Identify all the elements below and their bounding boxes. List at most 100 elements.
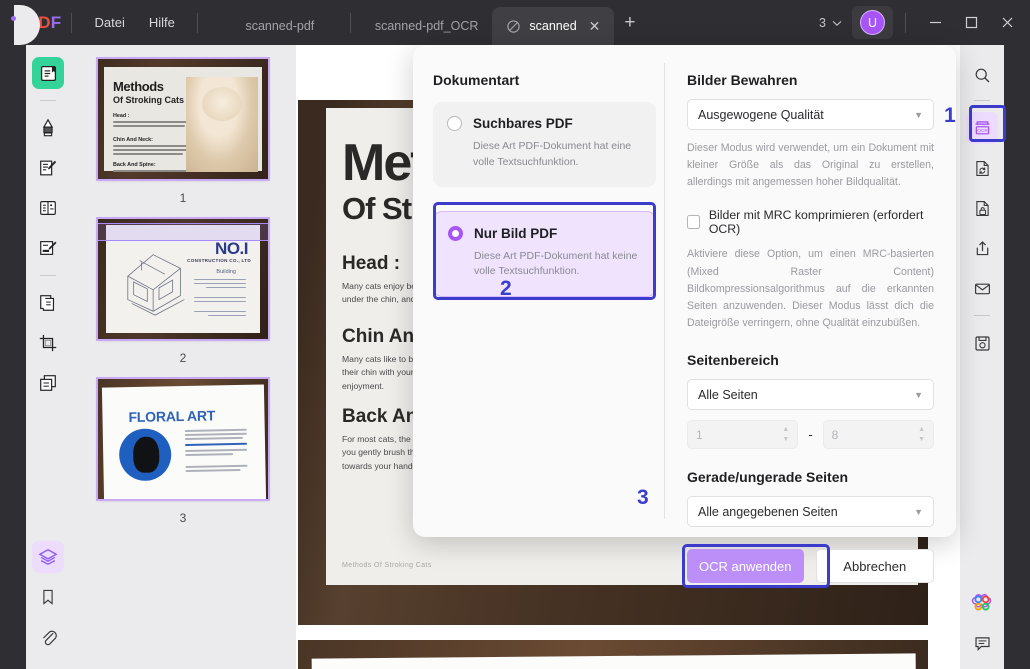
parity-value: Alle angegebenen Seiten [698,505,838,519]
share-icon[interactable] [966,232,998,264]
thumbnail-preview-1: Methods Of Stroking Cats Head : Chin And… [98,59,268,179]
thumb3-title: FLORAL ART [128,407,215,425]
divider [40,100,56,101]
updf-application-window: UPDF Datei Hilfe scanned-pdf scanned-pdf… [0,0,1030,669]
searchable-pdf-option[interactable]: Suchbares PDF Diese Art PDF-Dokument hat… [433,102,656,187]
page-thumbnail-panel[interactable]: Methods Of Stroking Cats Head : Chin And… [70,45,296,669]
chevron-down-icon [832,16,842,30]
page-section-heading: Head : [342,253,400,275]
tab-scanned-pdf[interactable]: scanned-pdf [220,7,340,45]
maximize-icon[interactable] [954,6,988,40]
page-to-input[interactable]: 8 ▲▼ [823,420,934,449]
ai-icon[interactable] [966,587,998,619]
apply-ocr-button[interactable]: OCR anwenden [687,549,804,583]
thumb1-heading: Chin And Neck: [113,137,153,143]
save-icon[interactable] [966,327,998,359]
dialog-buttons: OCR anwenden Abbrechen [687,549,934,583]
menu-hilfe[interactable]: Hilfe [137,10,187,35]
title-bar: UPDF Datei Hilfe scanned-pdf scanned-pdf… [0,0,1030,45]
convert-icon[interactable] [966,152,998,184]
sidebar-item-organize-pages[interactable] [32,287,64,319]
page-from-value: 1 [696,428,703,442]
sidebar-item-attachment[interactable] [32,621,64,653]
image-quality-value: Ausgewogene Qualität [698,108,824,122]
tab-close-icon[interactable]: ✕ [589,18,601,35]
sidebar-item-layers[interactable] [32,541,64,573]
ocr-button-highlight-ring [969,105,1006,142]
option-description: Diese Art PDF-Dokument hat keine volle T… [474,249,641,281]
sidebar-item-edit-pdf[interactable] [32,152,64,184]
thumbnail-page-number: 3 [180,511,187,525]
parity-select[interactable]: Alle angegebenen Seiten ▼ [687,496,934,527]
tab-bar: scanned-pdf scanned-pdf_OCR scanned ✕ + [220,0,636,45]
tab-label: scanned-pdf_OCR [375,19,479,33]
no-ocr-icon [506,19,521,34]
page-footer: Methods Of Stroking Cats [342,562,432,569]
comment-icon[interactable] [966,627,998,659]
sidebar-item-reader[interactable] [32,57,64,89]
document-page-2[interactable] [298,640,928,669]
page-from-input[interactable]: 1 ▲▼ [687,420,798,449]
annotation-step-1: 1 [944,104,956,128]
close-icon[interactable] [990,6,1024,40]
image-only-pdf-option[interactable]: Nur Bild PDF Diese Art PDF-Dokument hat … [433,211,656,298]
divider [197,13,198,33]
minimize-icon[interactable] [918,6,952,40]
tab-scanned-pdf-ocr[interactable]: scanned-pdf_OCR [361,7,493,45]
page-range-inputs: 1 ▲▼ - 8 ▲▼ [687,420,934,449]
image-quality-help: Dieser Modus wird verwendet, um ein Doku… [687,140,934,191]
image-quality-select[interactable]: Ausgewogene Qualität ▼ [687,99,934,130]
thumb2-subtitle: Building [216,269,236,275]
page-to-value: 8 [832,428,839,442]
thumbnail-item[interactable]: NO.I CONSTRUCTION CO., LTD Building [70,205,296,365]
tab-label: scanned-pdf [245,19,314,33]
thumbnail-page-number: 1 [180,191,187,205]
thumb1-heading: Head : [113,113,129,119]
divider [350,13,351,33]
protect-icon[interactable] [966,192,998,224]
tab-scanned[interactable]: scanned ✕ [492,7,614,45]
thumb1-title: Methods [113,79,164,94]
tab-count-label: 3 [819,16,826,30]
sidebar-item-highlighter[interactable] [32,112,64,144]
mrc-compress-checkbox[interactable] [687,215,700,229]
mrc-compress-label: Bilder mit MRC komprimieren (erfordert O… [709,208,934,236]
menu-datei[interactable]: Datei [82,10,136,35]
cancel-button[interactable]: Abbrechen [816,549,935,583]
preserve-images-heading: Bilder Bewahren [687,72,934,88]
range-separator: - [808,427,812,442]
chevron-down-icon: ▼ [914,507,923,517]
divider [40,275,56,276]
spinner-arrows-icon[interactable]: ▲▼ [918,426,925,443]
sidebar-item-form[interactable] [32,192,64,224]
new-tab-button[interactable]: + [624,12,635,34]
spinner-arrows-icon[interactable]: ▲▼ [782,426,789,443]
divider [71,13,72,33]
dialog-right-column: Bilder Bewahren Ausgewogene Qualität ▼ D… [665,45,956,537]
searchable-pdf-radio[interactable] [447,116,462,131]
sidebar-item-batch[interactable] [32,367,64,399]
annotation-step-2: 2 [500,277,512,301]
chevron-down-icon: ▼ [914,390,923,400]
sidebar-item-crop[interactable] [32,327,64,359]
tab-count-dropdown[interactable]: 3 [811,12,850,34]
sidebar-item-bookmark[interactable] [32,581,64,613]
mail-icon[interactable] [966,272,998,304]
thumbnail-item[interactable]: Methods Of Stroking Cats Head : Chin And… [70,45,296,205]
divider [905,13,906,33]
mrc-compress-row[interactable]: Bilder mit MRC komprimieren (erfordert O… [687,208,934,236]
thumbnail-preview-2: NO.I CONSTRUCTION CO., LTD Building [98,219,268,339]
thumbnail-item[interactable]: FLORAL ART 3 [70,365,296,525]
annotation-step-3: 3 [637,486,649,510]
image-only-pdf-radio[interactable] [448,226,463,241]
account-button[interactable]: U [852,6,893,39]
right-rail [1004,45,1030,669]
thumb1-subtitle: Of Stroking Cats [113,95,184,105]
page-range-select[interactable]: Alle Seiten ▼ [687,379,934,410]
thumb2-sketch-icon [120,243,198,321]
mrc-compress-help: Aktiviere diese Option, um einen MRC-bas… [687,246,934,332]
search-icon[interactable] [966,59,998,91]
parity-heading: Gerade/ungerade Seiten [687,469,934,485]
avatar: U [860,10,885,35]
sidebar-item-sign[interactable] [32,232,64,264]
